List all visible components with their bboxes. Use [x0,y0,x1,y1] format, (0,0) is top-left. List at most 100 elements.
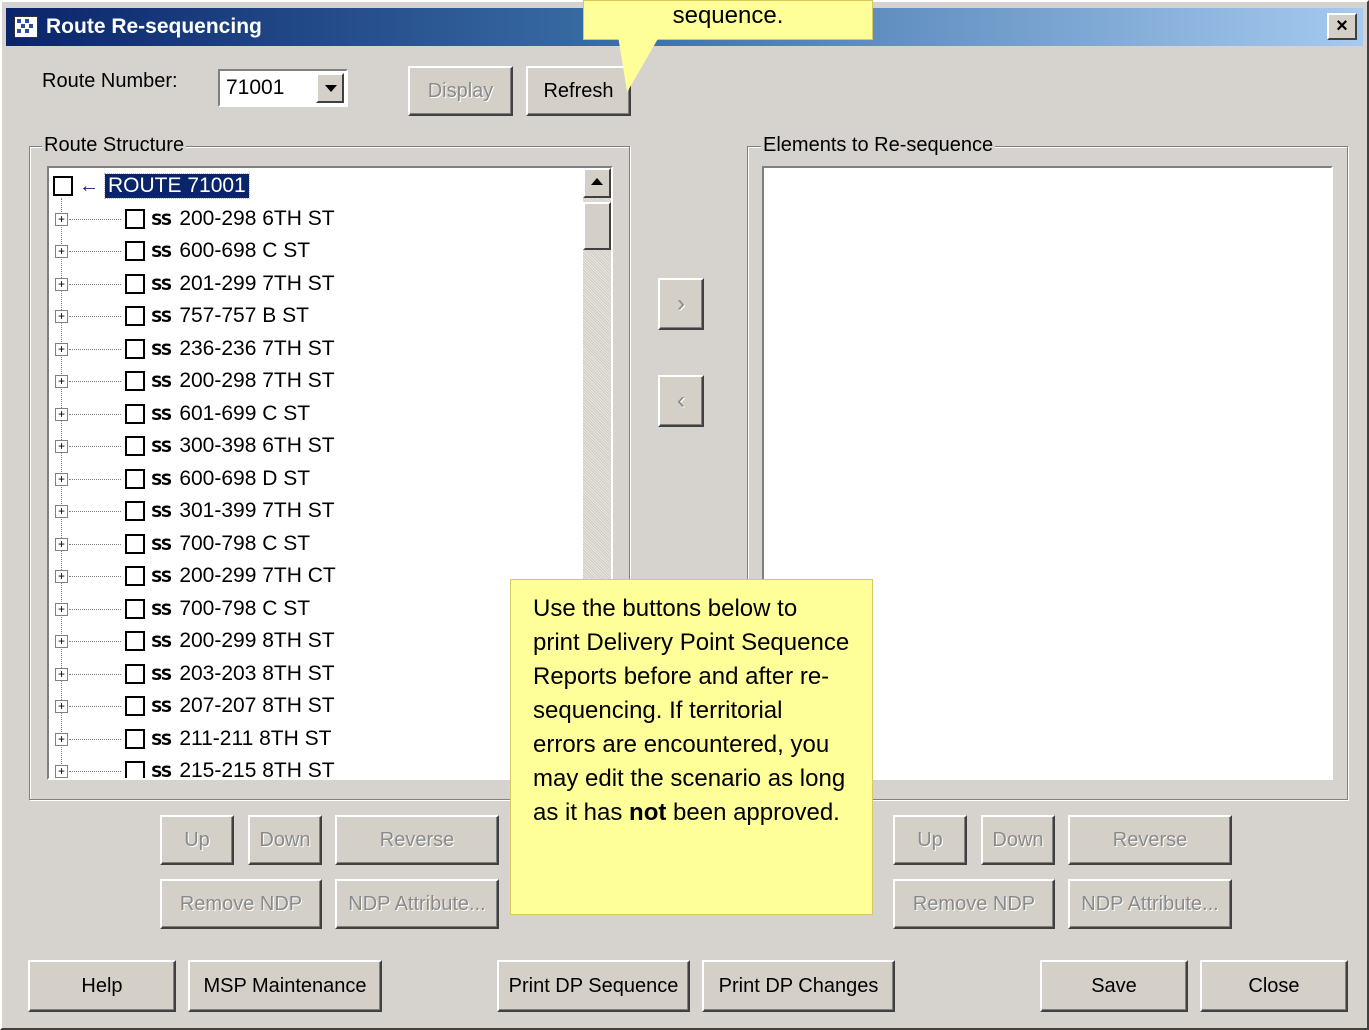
left-ndp-attribute-button[interactable]: NDP Attribute... [335,879,499,929]
row-checkbox[interactable] [125,729,145,749]
tree-row[interactable]: + SS 700-798 C ST [55,529,310,559]
root-label[interactable]: ROUTE 71001 [104,173,250,199]
tree-row[interactable]: + SS 215-215 8TH ST [55,756,335,778]
expand-icon[interactable]: + [55,699,68,713]
tree-connector [69,218,121,220]
segment-icon: SS [151,274,172,294]
tree-row[interactable]: + SS 700-798 C ST [55,594,310,624]
row-checkbox[interactable] [125,534,145,554]
expand-icon[interactable]: + [55,634,68,648]
row-checkbox[interactable] [125,631,145,651]
row-label: 700-798 C ST [179,532,311,555]
right-down-button[interactable]: Down [981,815,1055,865]
tree-row[interactable]: + SS 600-698 D ST [55,464,310,494]
row-checkbox[interactable] [125,599,145,619]
tree-row[interactable]: + SS 300-398 6TH ST [55,431,335,461]
print-dp-sequence-button[interactable]: Print DP Sequence [497,960,690,1012]
tree-row[interactable]: + SS 203-203 8TH ST [55,659,335,689]
expand-icon[interactable]: + [55,212,68,226]
tree-row[interactable]: + SS 201-299 7TH ST [55,269,335,299]
tree-connector [69,738,121,740]
route-number-label: Route Number: [42,70,178,92]
expand-icon[interactable]: + [55,309,68,323]
print-dp-changes-button[interactable]: Print DP Changes [702,960,895,1012]
expand-icon[interactable]: + [55,342,68,356]
expand-icon[interactable]: + [55,732,68,746]
row-label: 300-398 6TH ST [179,434,335,457]
row-checkbox[interactable] [125,664,145,684]
expand-icon[interactable]: + [55,504,68,518]
tree-row[interactable]: + SS 200-298 7TH ST [55,366,335,396]
route-number-combo[interactable]: 71001 [218,69,348,107]
expand-icon[interactable]: + [55,764,68,778]
close-button[interactable]: Close [1200,960,1348,1012]
expand-icon[interactable]: + [55,537,68,551]
segment-icon: SS [151,209,172,229]
row-checkbox[interactable] [125,501,145,521]
display-button[interactable]: Display [408,66,513,116]
left-up-button[interactable]: Up [160,815,234,865]
callout-text-before: Use the buttons below to print Delivery … [533,595,850,826]
scroll-thumb[interactable] [583,202,611,250]
tree-row[interactable]: + SS 211-211 8TH ST [55,724,331,754]
tree-row[interactable]: + SS 600-698 C ST [55,236,310,266]
save-button[interactable]: Save [1040,960,1188,1012]
tree-connector [69,640,121,642]
tree-root-row[interactable]: ← ROUTE 71001 [53,172,250,200]
tree-connector [69,315,121,317]
tree-row[interactable]: + SS 301-399 7TH ST [55,496,335,526]
callout-print-help: Use the buttons below to print Delivery … [510,579,873,915]
root-checkbox[interactable] [53,176,73,196]
row-checkbox[interactable] [125,436,145,456]
tree-row[interactable]: + SS 757-757 B ST [55,301,309,331]
row-checkbox[interactable] [125,274,145,294]
right-up-button[interactable]: Up [893,815,967,865]
expand-icon[interactable]: + [55,439,68,453]
row-checkbox[interactable] [125,566,145,586]
expand-icon[interactable]: + [55,277,68,291]
tree-connector [69,445,121,447]
move-left-button[interactable]: ‹ [658,375,704,427]
tree-row[interactable]: + SS 207-207 8TH ST [55,691,335,721]
row-checkbox[interactable] [125,339,145,359]
left-reverse-button[interactable]: Reverse [335,815,499,865]
row-checkbox[interactable] [125,209,145,229]
row-label: 211-211 8TH ST [179,727,332,750]
tree-row[interactable]: + SS 200-298 6TH ST [55,204,335,234]
help-button[interactable]: Help [28,960,176,1012]
expand-icon[interactable]: + [55,244,68,258]
row-label: 200-299 8TH ST [179,629,335,652]
window-title: Route Re-sequencing [46,15,262,38]
route-structure-title: Route Structure [42,134,187,157]
tree-row[interactable]: + SS 601-699 C ST [55,399,310,429]
row-checkbox[interactable] [125,761,145,778]
move-right-button[interactable]: › [658,278,704,330]
expand-icon[interactable]: + [55,407,68,421]
left-remove-ndp-button[interactable]: Remove NDP [160,879,322,929]
expand-icon[interactable]: + [55,602,68,616]
segment-icon: SS [151,404,172,424]
tree-row[interactable]: + SS 236-236 7TH ST [55,334,335,364]
row-checkbox[interactable] [125,469,145,489]
close-window-button[interactable]: × [1327,13,1357,40]
row-checkbox[interactable] [125,241,145,261]
segment-icon: SS [151,501,172,521]
right-remove-ndp-button[interactable]: Remove NDP [893,879,1055,929]
row-checkbox[interactable] [125,696,145,716]
expand-icon[interactable]: + [55,472,68,486]
chevron-down-icon[interactable] [316,73,344,103]
right-ndp-attribute-button[interactable]: NDP Attribute... [1068,879,1232,929]
row-checkbox[interactable] [125,306,145,326]
row-checkbox[interactable] [125,371,145,391]
expand-icon[interactable]: + [55,667,68,681]
msp-maintenance-button[interactable]: MSP Maintenance [188,960,382,1012]
row-checkbox[interactable] [125,404,145,424]
tree-row[interactable]: + SS 200-299 8TH ST [55,626,335,656]
expand-icon[interactable]: + [55,569,68,583]
expand-icon[interactable]: + [55,374,68,388]
tree-row[interactable]: + SS 200-299 7TH CT [55,561,336,591]
right-reverse-button[interactable]: Reverse [1068,815,1232,865]
tree-connector [69,575,121,577]
left-down-button[interactable]: Down [248,815,322,865]
scroll-up-icon[interactable] [583,168,611,198]
